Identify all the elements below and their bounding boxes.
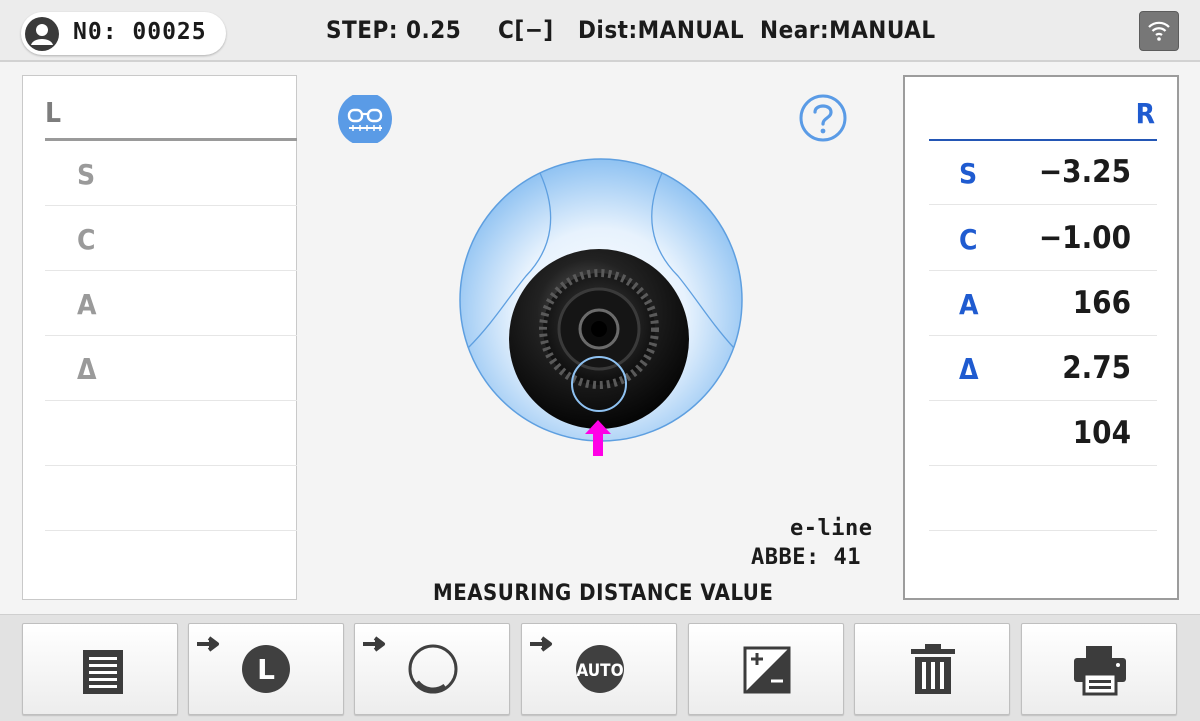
plus-minus-icon xyxy=(743,646,791,694)
near-mode: Near:MANUAL xyxy=(760,16,936,44)
right-row-cylinder: C −1.00 xyxy=(929,207,1157,271)
right-row-base: 104 xyxy=(929,402,1157,466)
glasses-icon xyxy=(338,92,392,146)
print-button[interactable] xyxy=(1021,623,1177,715)
lens-target-icon xyxy=(459,158,743,442)
alignment-arrow-icon xyxy=(585,420,611,456)
record-number-badge[interactable]: N0: 00025 xyxy=(21,12,226,55)
delete-button[interactable] xyxy=(854,623,1010,715)
prism-value: 2.75 xyxy=(1062,350,1131,386)
cylinder-value: −1.00 xyxy=(1038,220,1131,256)
right-row-prism: Δ 2.75 xyxy=(929,337,1157,401)
left-row-prism: Δ xyxy=(45,337,297,401)
wifi-button[interactable] xyxy=(1139,11,1179,51)
trash-icon xyxy=(911,644,955,694)
right-row-extra xyxy=(929,467,1157,531)
plus-minus-button[interactable] xyxy=(688,623,844,715)
help-icon xyxy=(799,94,847,142)
base-value: 104 xyxy=(1072,415,1131,451)
right-panel-title: R xyxy=(1135,97,1155,130)
sphere-value: −3.25 xyxy=(1038,154,1131,190)
right-row-sphere: S −3.25 xyxy=(929,141,1157,205)
cylinder-mode: C[−] xyxy=(498,16,554,44)
left-label: L xyxy=(257,653,275,686)
auto-icon: AUTO xyxy=(530,636,624,693)
right-row-axis: A 166 xyxy=(929,272,1157,336)
row-label: C xyxy=(959,223,978,256)
row-label: Δ xyxy=(77,353,97,386)
row-label: A xyxy=(959,288,979,321)
axis-value: 166 xyxy=(1072,285,1131,321)
top-status-bar: N0: 00025 STEP: 0.25 C[−] Dist:MANUAL Ne… xyxy=(0,0,1200,62)
circle-icon xyxy=(363,636,458,694)
left-row-extra-1 xyxy=(45,402,297,466)
right-lens-panel[interactable]: R S −3.25 C −1.00 A 166 Δ 2.75 104 xyxy=(903,75,1179,600)
lens-mode-button[interactable] xyxy=(354,623,510,715)
step-value: STEP: 0.25 xyxy=(326,16,462,44)
row-label: S xyxy=(959,157,978,190)
status-message: MEASURING DISTANCE VALUE xyxy=(433,581,774,606)
list-icon xyxy=(83,650,123,694)
left-panel-title: L xyxy=(45,96,62,129)
lens-target xyxy=(458,158,746,458)
row-label: A xyxy=(77,288,97,321)
row-label: S xyxy=(77,158,96,191)
left-lens-button[interactable]: L xyxy=(188,623,344,715)
left-row-sphere: S xyxy=(45,142,297,206)
left-panel-divider xyxy=(45,138,297,141)
line-type: e-line xyxy=(790,516,873,541)
distance-mode: Dist:MANUAL xyxy=(578,16,745,44)
left-lens-icon: L xyxy=(197,636,290,693)
left-lens-panel[interactable]: L S C A Δ xyxy=(22,75,297,600)
left-row-extra-2 xyxy=(45,467,297,531)
bottom-toolbar: L AUTO xyxy=(0,614,1200,721)
help-button[interactable] xyxy=(797,92,849,144)
user-avatar-icon xyxy=(25,17,59,51)
printer-icon xyxy=(1074,646,1126,696)
left-row-cylinder: C xyxy=(45,207,297,271)
auto-label: AUTO xyxy=(576,661,623,681)
abbe-value: ABBE: 41 xyxy=(751,545,861,570)
record-number: N0: 00025 xyxy=(73,19,207,45)
list-button[interactable] xyxy=(22,623,178,715)
auto-button[interactable]: AUTO xyxy=(521,623,677,715)
left-row-axis: A xyxy=(45,272,297,336)
row-label: Δ xyxy=(959,353,979,386)
wifi-icon xyxy=(1148,21,1170,41)
glasses-button[interactable] xyxy=(338,92,394,146)
row-label: C xyxy=(77,223,96,256)
